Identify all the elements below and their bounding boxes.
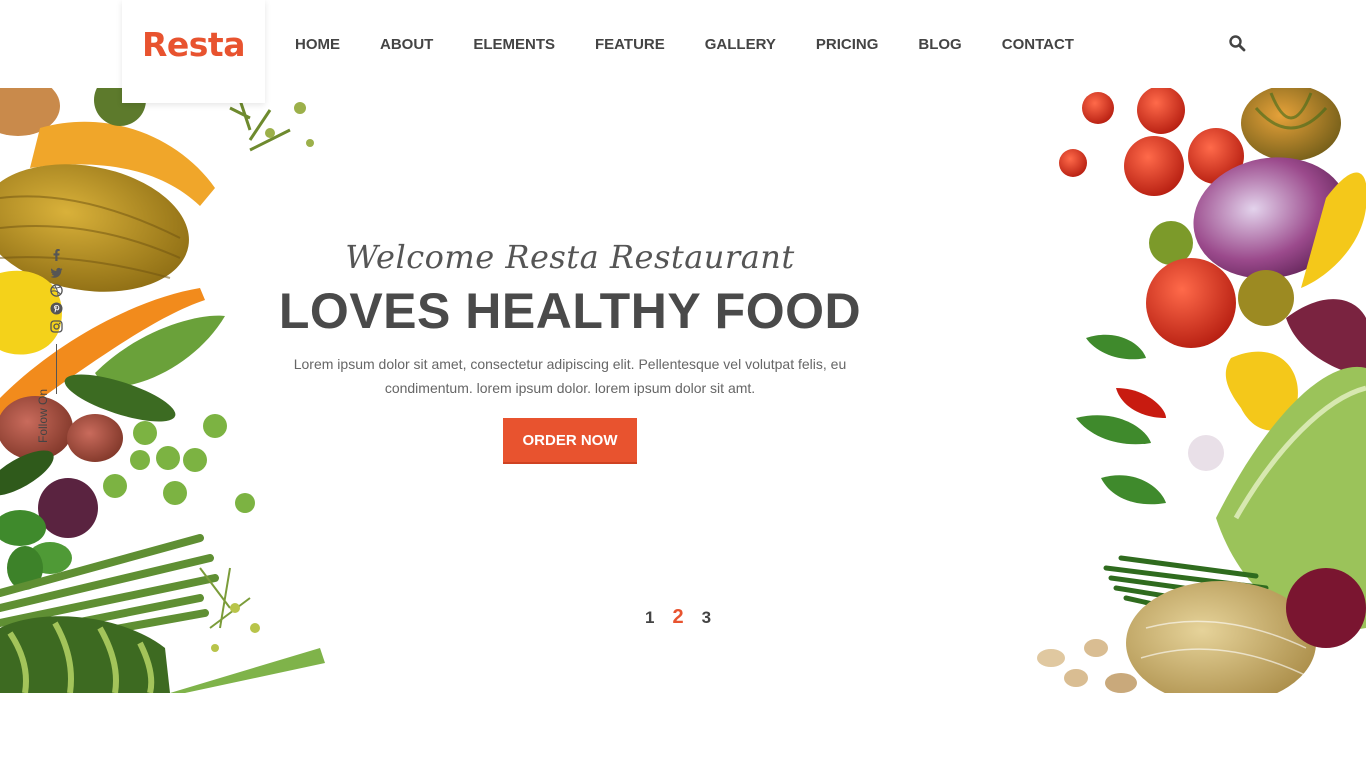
order-now-button[interactable]: ORDER NOW [503,418,637,464]
pinterest-icon[interactable] [50,302,63,315]
dribbble-icon[interactable] [49,284,63,297]
nav-feature[interactable]: FEATURE [595,36,665,53]
welcome-tagline: Welcome Resta Restaurant [345,238,795,276]
hero-headline: LOVES HEALTHY FOOD [278,283,862,339]
nav-blog[interactable]: BLOG [918,36,961,53]
vegetables-right-image [1037,88,1366,693]
slide-page-1[interactable]: 1 [645,608,654,628]
search-icon[interactable] [1228,34,1246,52]
logo-text[interactable]: Resta [142,25,245,64]
instagram-icon[interactable] [49,320,63,333]
logo[interactable]: Resta [122,0,265,103]
nav-gallery[interactable]: GALLERY [705,36,776,53]
hero-slider: Follow On Welcome Resta Restaurant LOVES… [0,88,1366,693]
slider-pagination: 1 2 3 [645,606,711,629]
social-divider [55,344,57,394]
nav-pricing[interactable]: PRICING [816,36,879,53]
twitter-icon[interactable] [50,266,63,279]
social-links [48,248,64,394]
facebook-icon[interactable] [50,248,63,261]
hero-content: Welcome Resta Restaurant LOVES HEALTHY F… [270,238,870,464]
slide-page-2[interactable]: 2 [672,606,683,629]
nav-contact[interactable]: CONTACT [1002,36,1074,53]
nav-home[interactable]: HOME [295,36,340,53]
main-nav: HOME ABOUT ELEMENTS FEATURE GALLERY PRIC… [295,0,1114,88]
site-header: Resta HOME ABOUT ELEMENTS FEATURE GALLER… [0,0,1366,103]
follow-on-label: Follow On [36,388,50,443]
nav-about[interactable]: ABOUT [380,36,433,53]
slide-page-3[interactable]: 3 [702,608,711,628]
nav-elements[interactable]: ELEMENTS [473,36,555,53]
hero-description: Lorem ipsum dolor sit amet, consectetur … [293,356,847,396]
